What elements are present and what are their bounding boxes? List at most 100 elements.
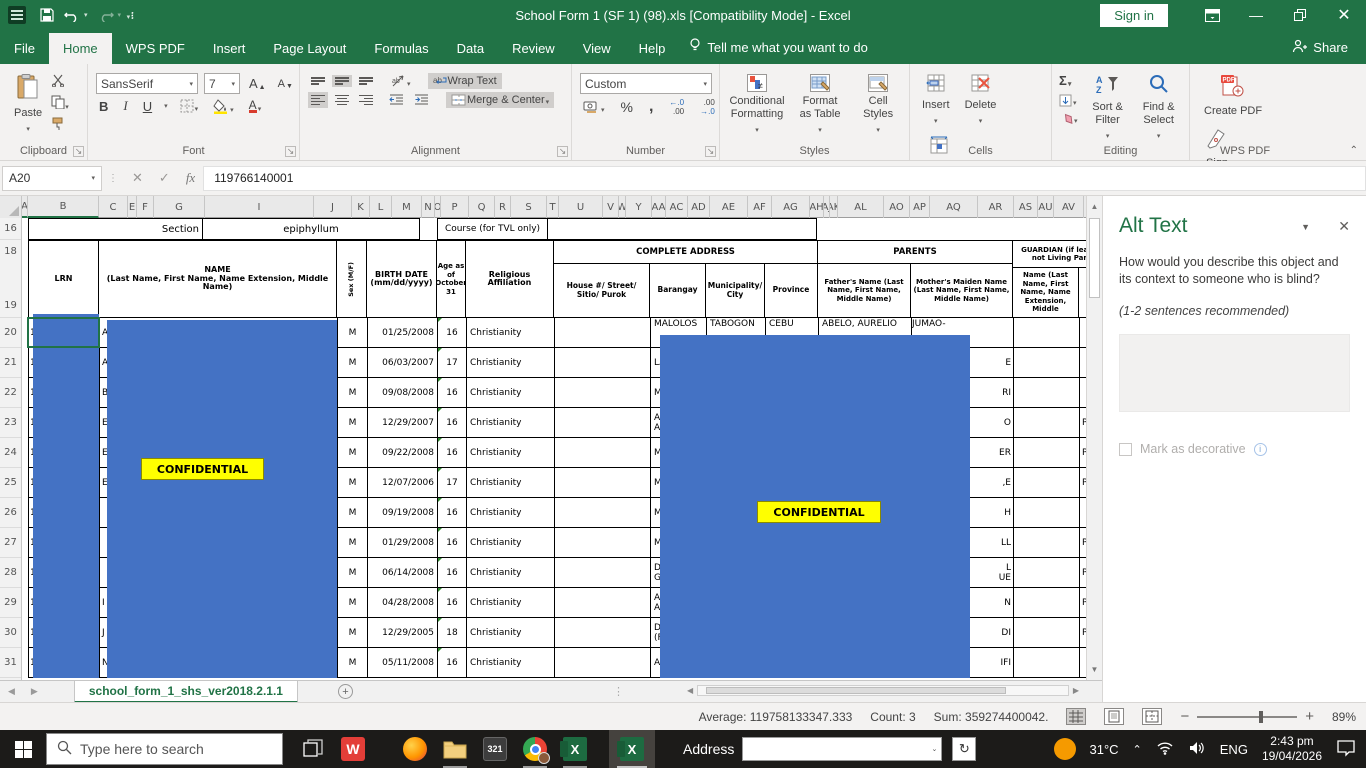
page-break-view-icon[interactable] [1142,708,1163,725]
sheet-tab-active[interactable]: school_form_1_shs_ver2018.2.1.1 [73,680,298,703]
column-header-AF[interactable]: AF [748,196,772,218]
name-box[interactable]: A20 ▾ [2,165,102,191]
italic-button[interactable]: I [120,97,130,115]
tell-me-box[interactable]: Tell me what you want to do [679,30,877,64]
chrome-icon[interactable] [515,730,555,768]
normal-view-icon[interactable] [1066,708,1087,725]
section-label-cell[interactable]: Section [28,218,203,240]
tab-strip-dots[interactable]: ⋮ [613,685,624,698]
scroll-up-arrow[interactable]: ▲ [1087,196,1102,211]
column-header-AQ[interactable]: AQ [930,196,978,218]
column-header-K[interactable]: K [352,196,370,218]
column-header-E[interactable]: E [128,196,137,218]
autosum-icon[interactable]: Σ ▾ [1056,72,1081,89]
decrease-font-icon[interactable]: A ▼ [275,77,296,91]
column-header-AV[interactable]: AV [1054,196,1084,218]
cell-birth[interactable]: 06/03/2007 [368,348,438,378]
show-hidden-icons-chevron[interactable]: ⌃ [1133,743,1142,756]
address-dropdown-icon[interactable]: ⌄ [931,745,937,753]
column-header-AD[interactable]: AD [688,196,710,218]
course-label-cell[interactable]: Course (for TVL only) [437,218,548,240]
cell-gname[interactable] [1014,318,1080,348]
cell-religion[interactable]: Christianity [467,318,555,348]
row-header-26[interactable]: 26 [0,498,21,528]
redo-dropdown[interactable]: ▾ [118,11,122,19]
zoom-in-icon[interactable]: + [1305,708,1314,725]
column-header-I[interactable]: I [205,196,314,218]
cell-age[interactable]: 16 [438,318,467,348]
tab-formulas[interactable]: Formulas [360,33,442,64]
action-center-icon[interactable] [1336,739,1356,760]
section-value-cell[interactable]: epiphyllum [203,218,420,240]
header-barangay[interactable]: Barangay [650,263,706,317]
excel-taskbar-icon[interactable]: X [555,730,595,768]
cell-gname[interactable] [1014,348,1080,378]
column-header-AK[interactable]: AK [830,196,838,218]
undo-icon[interactable] [64,9,80,22]
merge-center-button[interactable]: Merge & Center ▾ [446,92,555,108]
cell-birth[interactable]: 05/11/2008 [368,648,438,678]
tab-view[interactable]: View [569,33,625,64]
middle-align-icon[interactable] [332,74,352,88]
tab-insert[interactable]: Insert [199,33,260,64]
wifi-icon[interactable] [1156,741,1174,758]
increase-decimal-icon[interactable]: ←.0.00 [666,98,687,117]
underline-dropdown[interactable]: ▾ [164,102,168,110]
font-color-icon[interactable]: A ▾ [246,99,265,114]
column-header-AR[interactable]: AR [978,196,1014,218]
cell-sex[interactable]: M [338,558,368,588]
column-header-G[interactable]: G [154,196,205,218]
page-layout-view-icon[interactable] [1104,708,1125,725]
format-as-table-button[interactable]: Format as Table ▾ [791,70,849,141]
column-header-M[interactable]: M [392,196,422,218]
cell-religion[interactable]: Christianity [467,408,555,438]
share-button[interactable]: Share [1274,31,1366,64]
cell-birth[interactable]: 01/29/2008 [368,528,438,558]
tab-data[interactable]: Data [443,33,498,64]
row-16[interactable]: Section epiphyllum Course (for TVL only) [28,218,817,240]
save-icon[interactable] [40,8,54,22]
row-header-22[interactable]: 22 [0,378,21,408]
header-father[interactable]: Father's Name (Last Name, First Name, Mi… [818,263,911,317]
header-religion[interactable]: Religious Affiliation [466,240,554,318]
decrease-indent-icon[interactable] [386,93,407,107]
header-parents-title[interactable]: PARENTS [818,241,1013,263]
column-header-W[interactable]: W [619,196,626,218]
align-left-icon[interactable] [308,92,328,108]
find-select-button[interactable]: Find & Select ▾ [1135,70,1183,147]
cell-sex[interactable]: M [338,618,368,648]
header-guardian-title[interactable]: GUARDIAN (if learner is not Living Paren… [1013,241,1086,267]
paste-button[interactable]: Paste ▾ [8,70,48,140]
cell-birth[interactable]: 09/22/2008 [368,438,438,468]
address-go-icon[interactable]: ↻ [952,737,977,761]
row-header-31[interactable]: 31 [0,648,21,678]
copy-icon[interactable]: ▾ [51,95,69,112]
task-view-button[interactable] [293,730,333,768]
cell-birth[interactable]: 12/07/2006 [368,468,438,498]
cell-house[interactable] [555,438,651,468]
hscroll-right-arrow[interactable]: ▶ [1069,686,1083,695]
header-province[interactable]: Province [765,263,818,317]
cut-icon[interactable] [51,74,69,90]
column-header-L[interactable]: L [370,196,392,218]
header-age[interactable]: Age as of October 31 [437,240,466,318]
tab-file[interactable]: File [0,33,49,64]
sort-filter-button[interactable]: AZ Sort & Filter ▾ [1084,70,1132,147]
row-header-29[interactable]: 29 [0,588,21,618]
cell-religion[interactable]: Christianity [467,648,555,678]
tab-review[interactable]: Review [498,33,569,64]
cell-gname[interactable] [1014,438,1080,468]
cell-age[interactable]: 16 [438,648,467,678]
create-pdf-button[interactable]: PDF Create PDF [1198,70,1268,122]
fill-icon[interactable]: ▾ [1056,93,1081,108]
cell-gname[interactable] [1014,618,1080,648]
zoom-level[interactable]: 89% [1332,710,1356,724]
wrap-text-button[interactable]: ab Wrap Text [427,73,502,89]
select-all-corner[interactable] [0,196,22,218]
font-size-select[interactable]: 7 ▾ [204,73,240,94]
sign-in-button[interactable]: Sign in [1100,3,1168,27]
zoom-out-icon[interactable]: − [1180,708,1189,725]
row-header-27[interactable]: 27 [0,528,21,558]
decrease-decimal-icon[interactable]: .00 →.0 [697,98,718,117]
cell-gname[interactable] [1014,648,1080,678]
